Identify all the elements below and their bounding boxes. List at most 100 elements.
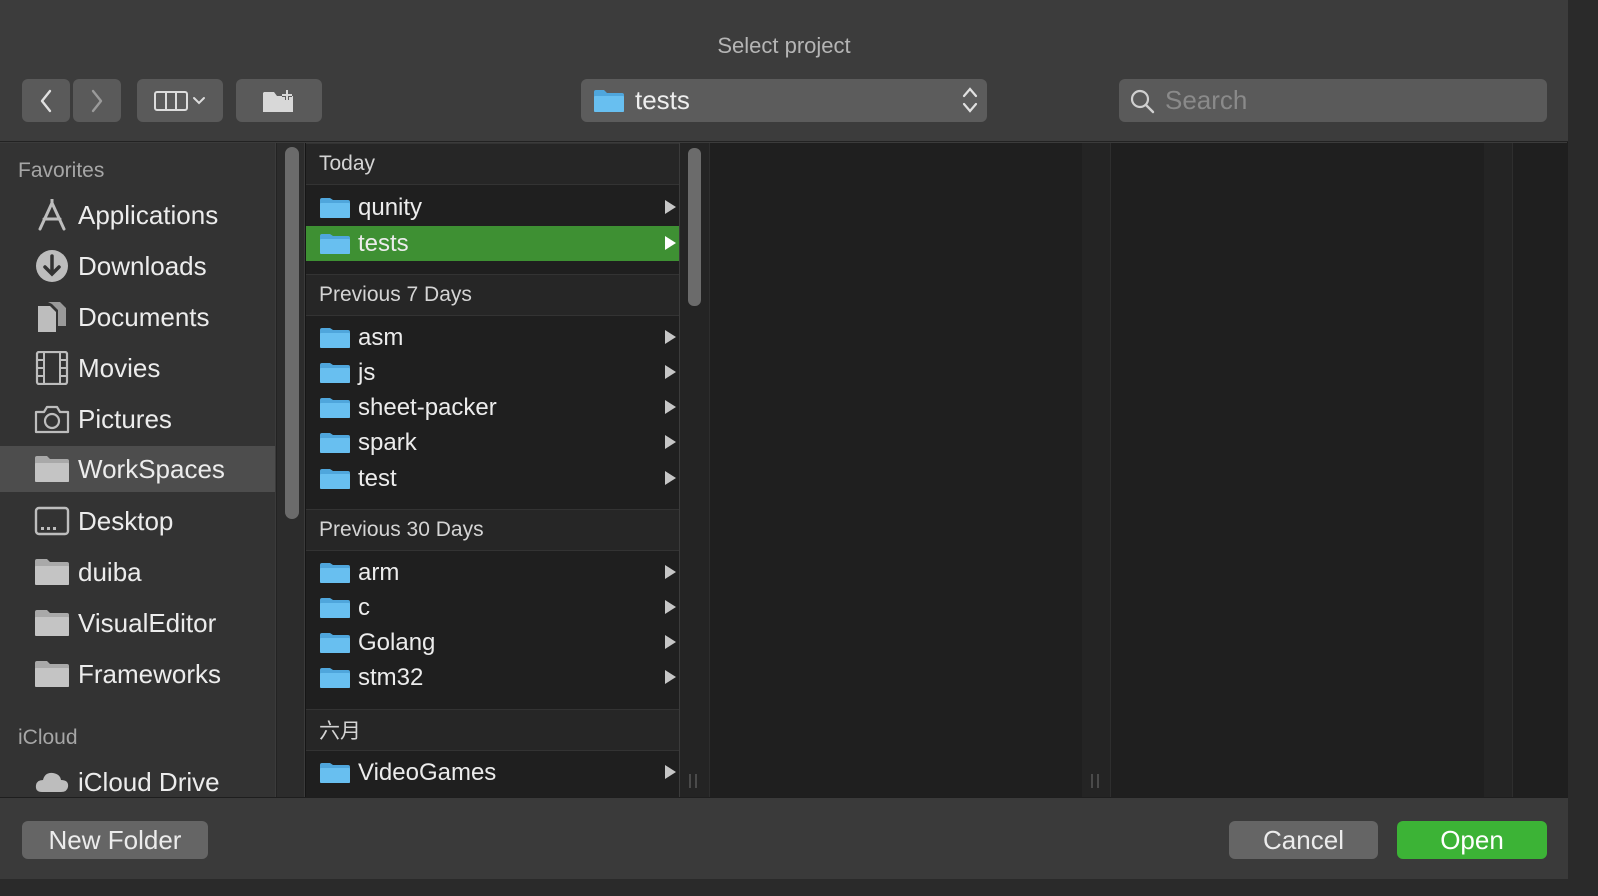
browser-column-4 xyxy=(1512,143,1568,797)
folder-icon xyxy=(320,233,350,254)
sidebar-item-icloud-drive[interactable]: iCloud Drive xyxy=(0,759,275,797)
list-item-label: arm xyxy=(358,558,400,586)
disclosure-arrow-icon xyxy=(665,600,676,614)
view-mode-button[interactable] xyxy=(137,79,223,122)
search-input[interactable] xyxy=(1165,85,1525,116)
folder-icon xyxy=(320,562,350,583)
list-item-c[interactable]: c xyxy=(306,590,679,625)
disclosure-arrow-icon xyxy=(665,330,676,344)
sidebar-item-movies[interactable]: Movies xyxy=(0,345,275,391)
dialog-footer: New Folder Cancel Open xyxy=(0,797,1568,879)
sidebar-scrollbar[interactable] xyxy=(276,143,304,797)
disclosure-arrow-icon xyxy=(665,670,676,684)
list-item-label: spark xyxy=(358,428,417,456)
open-button[interactable]: Open xyxy=(1397,821,1547,859)
sidebar-scroll-thumb[interactable] xyxy=(285,147,299,519)
list-item-arm[interactable]: arm xyxy=(306,555,679,590)
sidebar-item-duiba[interactable]: duiba xyxy=(0,549,275,595)
icloud-header: iCloud xyxy=(18,726,78,749)
cancel-button[interactable]: Cancel xyxy=(1229,821,1378,859)
column-resize-handle[interactable] xyxy=(1091,774,1099,788)
list-item-spark[interactable]: spark xyxy=(306,425,679,460)
sidebar-item-label: WorkSpaces xyxy=(78,453,225,484)
sidebar-item-applications[interactable]: Applications xyxy=(0,192,275,238)
list-item-test[interactable]: test xyxy=(306,461,679,496)
column-resize-handle[interactable] xyxy=(689,774,697,788)
sidebar: Favorites Applications Downloads Documen… xyxy=(0,143,275,797)
group-header-previous-30-days: Previous 30 Days xyxy=(306,509,679,551)
disclosure-arrow-icon xyxy=(665,565,676,579)
back-button[interactable] xyxy=(22,79,70,122)
path-popup-button[interactable]: tests xyxy=(581,79,987,122)
folder-plus-icon xyxy=(263,89,293,112)
folder-icon xyxy=(320,432,350,453)
column-1-scroll-thumb[interactable] xyxy=(688,148,701,306)
desktop-icon xyxy=(34,504,72,538)
list-item-label: tests xyxy=(358,229,409,257)
disclosure-arrow-icon xyxy=(665,236,676,250)
sidebar-item-label: VisualEditor xyxy=(78,607,217,638)
sidebar-item-label: Desktop xyxy=(78,505,174,536)
sidebar-item-label: Frameworks xyxy=(78,658,222,689)
folder-icon xyxy=(320,762,350,783)
sidebar-item-label: Downloads xyxy=(78,250,207,281)
browser-column-3 xyxy=(1110,143,1484,797)
download-icon xyxy=(34,249,72,283)
sidebar-item-pictures[interactable]: Pictures xyxy=(0,396,275,442)
sidebar-item-label: Documents xyxy=(78,301,210,332)
camera-icon xyxy=(34,402,72,436)
path-label: tests xyxy=(635,85,690,115)
cloud-icon xyxy=(34,765,72,797)
sidebar-item-label: Pictures xyxy=(78,403,172,434)
folder-icon xyxy=(320,468,350,489)
sidebar-item-desktop[interactable]: Desktop xyxy=(0,498,275,544)
applications-icon xyxy=(34,198,72,232)
folder-icon xyxy=(34,452,72,486)
list-item-js[interactable]: js xyxy=(306,355,679,390)
list-item-stm32[interactable]: stm32 xyxy=(306,660,679,695)
folder-icon xyxy=(594,89,624,112)
columns-view-icon xyxy=(154,90,188,111)
list-item-label: VideoGames xyxy=(358,758,497,786)
updown-chevron-icon xyxy=(962,87,978,113)
folder-icon xyxy=(320,667,350,688)
column-1-scrollbar[interactable] xyxy=(680,143,709,797)
folder-icon xyxy=(320,597,350,618)
sidebar-item-downloads[interactable]: Downloads xyxy=(0,243,275,289)
chevron-left-icon xyxy=(40,89,52,112)
list-item-label: c xyxy=(358,593,370,621)
sidebar-item-label: iCloud Drive xyxy=(78,766,220,797)
column-2-scrollbar[interactable] xyxy=(1082,143,1110,797)
forward-button[interactable] xyxy=(73,79,121,122)
search-field[interactable] xyxy=(1119,79,1547,122)
group-header-june: 六月 xyxy=(306,709,679,751)
list-item-label: test xyxy=(358,464,397,492)
list-item-label: sheet-packer xyxy=(358,393,497,421)
browser-column-1: Today qunity tests Previous 7 Days asm j… xyxy=(305,143,679,797)
film-icon xyxy=(34,351,72,385)
new-folder-button[interactable]: New Folder xyxy=(22,821,208,859)
list-item-tests[interactable]: tests xyxy=(306,226,679,261)
sidebar-item-documents[interactable]: Documents xyxy=(0,294,275,340)
sidebar-item-label: Movies xyxy=(78,352,161,383)
list-item-golang[interactable]: Golang xyxy=(306,625,679,660)
folder-icon xyxy=(34,606,72,640)
list-item-sheet-packer[interactable]: sheet-packer xyxy=(306,390,679,425)
group-header-previous-7-days: Previous 7 Days xyxy=(306,274,679,316)
group-header-today: Today xyxy=(306,143,679,185)
folder-icon xyxy=(320,397,350,418)
list-item-videogames[interactable]: VideoGames xyxy=(306,755,679,790)
list-item-qunity[interactable]: qunity xyxy=(306,190,679,225)
disclosure-arrow-icon xyxy=(665,471,676,485)
new-folder-toolbar-button[interactable] xyxy=(236,79,322,122)
sidebar-item-visualeditor[interactable]: VisualEditor xyxy=(0,600,275,646)
list-item-label: js xyxy=(358,358,376,386)
folder-icon xyxy=(320,632,350,653)
sidebar-item-frameworks[interactable]: Frameworks xyxy=(0,651,275,697)
folder-icon xyxy=(34,657,72,691)
sidebar-item-workspaces[interactable]: WorkSpaces xyxy=(0,446,275,492)
list-item-asm[interactable]: asm xyxy=(306,320,679,355)
folder-icon xyxy=(320,197,350,218)
column-3-scrollbar[interactable] xyxy=(1484,143,1512,797)
folder-icon xyxy=(320,362,350,383)
